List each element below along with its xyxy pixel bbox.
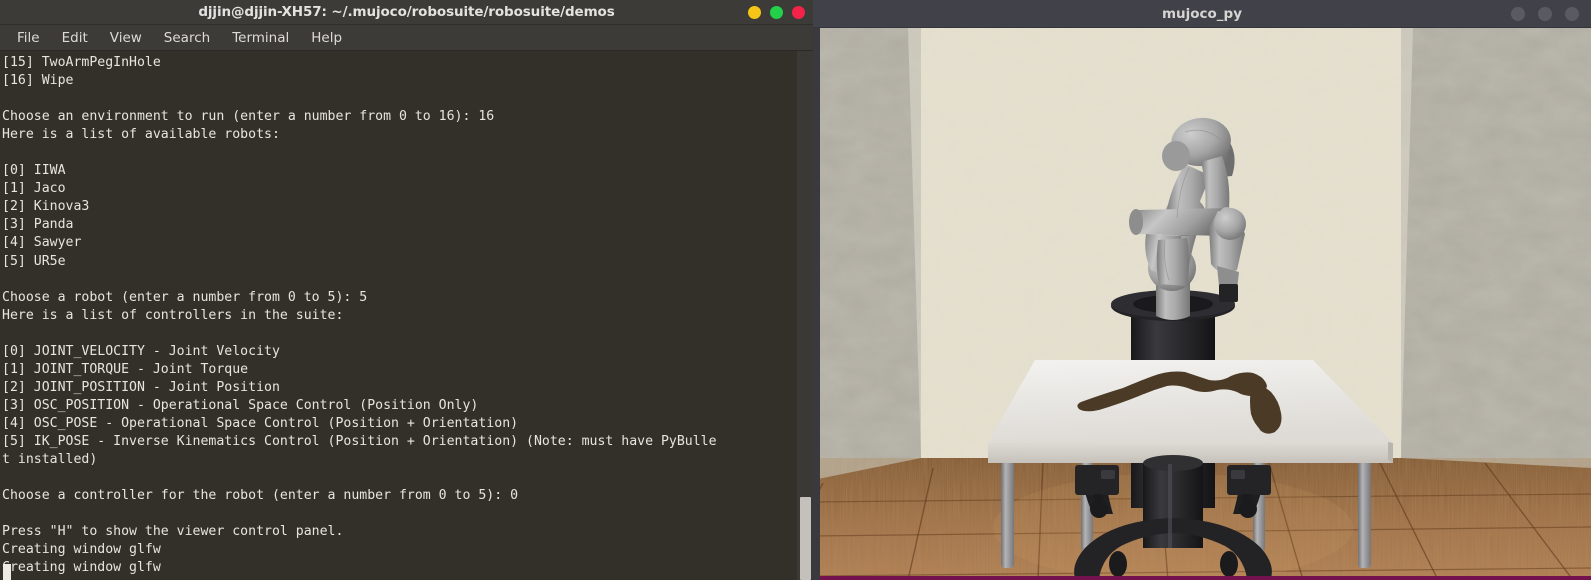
screen-root: djjin@djjin-XH57: ~/.mujoco/robosuite/ro… (0, 0, 1591, 580)
minimize-button-icon[interactable] (1511, 7, 1525, 21)
terminal-output-area[interactable]: [15] TwoArmPegInHole [16] Wipe Choose an… (0, 51, 797, 580)
viewport-left-edge (813, 28, 820, 580)
menu-item-edit[interactable]: Edit (53, 28, 97, 48)
menu-item-view[interactable]: View (101, 28, 151, 48)
mujoco-3d-viewport[interactable] (813, 28, 1591, 580)
terminal-scrollbar-thumb[interactable] (800, 497, 811, 580)
menu-item-search[interactable]: Search (155, 28, 219, 48)
minimize-button-icon[interactable] (748, 6, 761, 19)
mujoco-titlebar[interactable]: mujoco_py (813, 0, 1591, 28)
maximize-button-icon[interactable] (770, 6, 783, 19)
mujoco-window-controls (1511, 0, 1579, 28)
simulation-scene (813, 28, 1591, 580)
terminal-scrollbar-track[interactable] (797, 51, 813, 580)
menu-item-terminal[interactable]: Terminal (223, 28, 298, 48)
menu-item-file[interactable]: File (8, 28, 49, 48)
terminal-cursor (3, 564, 11, 580)
terminal-title: djjin@djjin-XH57: ~/.mujoco/robosuite/ro… (198, 4, 615, 20)
terminal-titlebar[interactable]: djjin@djjin-XH57: ~/.mujoco/robosuite/ro… (0, 0, 813, 25)
close-button-icon[interactable] (1565, 7, 1579, 21)
terminal-window: djjin@djjin-XH57: ~/.mujoco/robosuite/ro… (0, 0, 813, 580)
mujoco-window: mujoco_py (813, 0, 1591, 580)
maximize-button-icon[interactable] (1538, 7, 1552, 21)
close-button-icon[interactable] (792, 6, 805, 19)
terminal-window-controls (748, 0, 805, 25)
terminal-menubar: File Edit View Search Terminal Help (0, 25, 813, 51)
menu-item-help[interactable]: Help (302, 28, 351, 48)
terminal-output-text: [15] TwoArmPegInHole [16] Wipe Choose an… (2, 55, 717, 576)
viewport-bottom-accent-strip (813, 576, 1591, 580)
mujoco-window-title: mujoco_py (1161, 5, 1243, 22)
terminal-body: [15] TwoArmPegInHole [16] Wipe Choose an… (0, 51, 813, 580)
